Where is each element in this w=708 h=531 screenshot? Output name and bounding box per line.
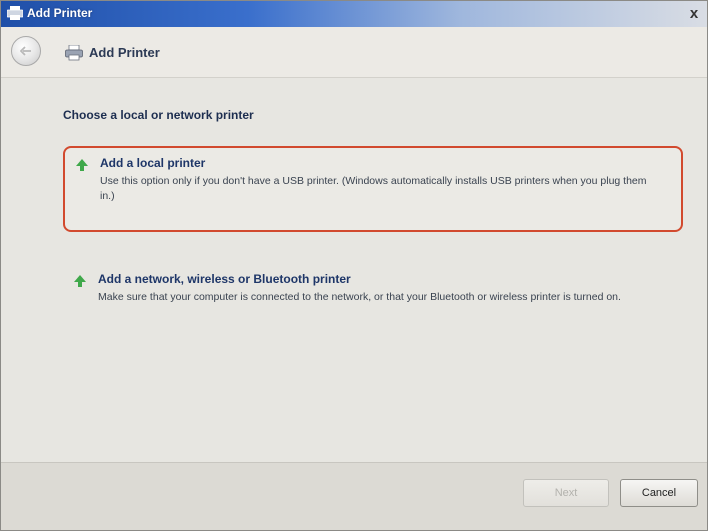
green-arrow-icon: [76, 159, 88, 171]
window-title: Add Printer: [27, 6, 93, 20]
navigation-bar: Add Printer: [1, 27, 707, 78]
title-bar: Add Printer x: [1, 1, 707, 27]
back-arrow-icon: [20, 46, 31, 56]
printer-icon: [7, 6, 23, 20]
option-description: Use this option only if you don't have a…: [100, 175, 647, 202]
dialog-footer: Next Cancel: [1, 462, 707, 530]
add-network-printer-option[interactable]: Add a network, wireless or Bluetooth pri…: [63, 266, 683, 336]
close-button[interactable]: x: [685, 5, 703, 23]
add-printer-window: Add Printer x Add Printer Choose a local…: [0, 0, 708, 531]
page-title: Add Printer: [89, 45, 160, 60]
option-title: Add a local printer: [100, 156, 206, 170]
option-description: Make sure that your computer is connecte…: [98, 291, 621, 303]
content-area: Choose a local or network printer Add a …: [1, 78, 707, 464]
section-heading: Choose a local or network printer: [63, 108, 254, 122]
green-arrow-icon: [74, 275, 86, 287]
cancel-button[interactable]: Cancel: [620, 479, 698, 507]
next-button[interactable]: Next: [523, 479, 609, 507]
close-icon: x: [689, 5, 699, 22]
option-title: Add a network, wireless or Bluetooth pri…: [98, 272, 351, 286]
printer-icon: [65, 45, 83, 61]
add-local-printer-option[interactable]: Add a local printer Use this option only…: [63, 146, 683, 232]
back-button[interactable]: [11, 36, 41, 66]
